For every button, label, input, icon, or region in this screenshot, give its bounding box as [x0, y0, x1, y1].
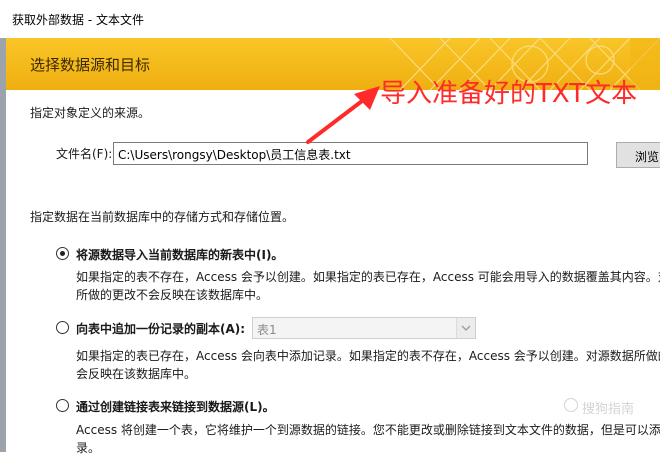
option-import-label[interactable]: 将源数据导入当前数据库的新表中(I)。 [76, 246, 283, 263]
radio-link-table[interactable] [56, 399, 69, 412]
watermark-logo-icon [564, 398, 578, 412]
window-title: 获取外部数据 - 文本文件 [12, 13, 144, 27]
file-name-label: 文件名(F): [56, 147, 113, 161]
append-table-value: 表1 [257, 323, 277, 337]
option-link-label[interactable]: 通过创建链接表来链接到数据源(L)。 [76, 398, 275, 415]
option-append-desc-2: 会反映在该数据库中。 [76, 367, 197, 381]
watermark: 搜狗指南 [582, 402, 635, 417]
radio-append-table[interactable] [56, 321, 69, 334]
option-append-desc-1: 如果指定的表已存在，Access 会向表中添加记录。如果指定的表不存在，Acce… [76, 349, 660, 363]
chevron-down-icon[interactable] [456, 318, 475, 338]
option-import-desc-2: 所做的更改不会反映在该数据库中。 [76, 288, 269, 302]
append-table-select[interactable]: 表1 [252, 317, 476, 339]
radio-import-new-table[interactable] [56, 247, 69, 260]
storage-intro: 指定数据在当前数据库中的存储方式和存储位置。 [30, 210, 295, 224]
option-link-desc-2: 录。 [76, 441, 101, 455]
file-name-value: C:\Users\rongsy\Desktop\员工信息表.txt [118, 148, 351, 162]
option-link-desc-1: Access 将创建一个表，它将维护一个到源数据的链接。您不能更改或删除链接到文… [76, 423, 660, 437]
option-import-desc-1: 如果指定的表不存在，Access 会予以创建。如果指定的表已存在，Access … [76, 270, 660, 284]
banner-title: 选择数据源和目标 [30, 56, 151, 74]
option-append-label[interactable]: 向表中追加一份记录的副本(A): [76, 320, 245, 337]
annotation-arrow-icon [306, 86, 380, 144]
browse-button[interactable]: 浏览 [616, 142, 660, 168]
annotation-text: 导入准备好的TXT文本 [380, 79, 638, 109]
title-bar: 获取外部数据 - 文本文件 [0, 0, 660, 38]
source-intro: 指定对象定义的来源。 [30, 106, 151, 120]
browse-button-label: 浏览 [635, 150, 660, 164]
window-frame-left [0, 38, 6, 452]
